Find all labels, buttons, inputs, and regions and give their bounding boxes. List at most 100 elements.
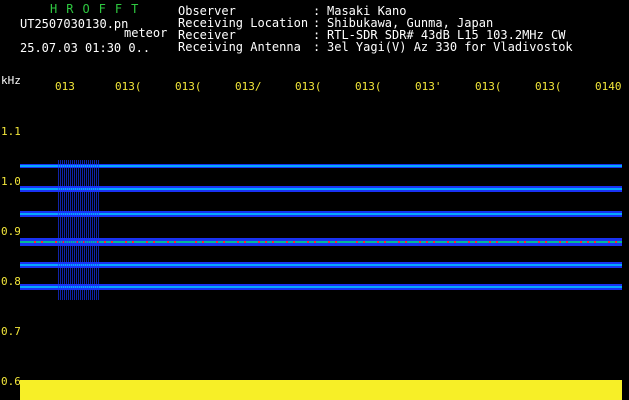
metadata-colons: : : : : xyxy=(313,5,320,53)
y-tick: 1.0 xyxy=(1,175,21,188)
y-tick: 0.6 xyxy=(1,375,21,388)
brand-title: HROFFT xyxy=(50,2,148,16)
signal-dot xyxy=(314,241,316,243)
y-tick: 0.9 xyxy=(1,225,21,238)
noise-column xyxy=(74,160,75,300)
signal-dot xyxy=(405,241,407,243)
y-axis-unit: kHz xyxy=(1,74,21,87)
signal-dot xyxy=(244,241,246,243)
signal-dot xyxy=(55,241,57,243)
noise-column xyxy=(60,160,61,300)
noise-column xyxy=(70,160,71,300)
signal-dot xyxy=(475,241,477,243)
signal-dot xyxy=(363,241,365,243)
noise-column xyxy=(78,160,79,300)
signal-dot xyxy=(132,241,134,243)
noise-column xyxy=(72,160,73,300)
signal-dot xyxy=(566,241,568,243)
noise-column xyxy=(94,160,95,300)
signal-dot xyxy=(286,241,288,243)
noise-column xyxy=(86,160,87,300)
signal-line xyxy=(20,188,622,190)
y-tick: 1.1 xyxy=(1,125,21,138)
signal-dot xyxy=(195,241,197,243)
signal-line xyxy=(20,264,622,266)
signal-dot xyxy=(293,241,295,243)
noise-column xyxy=(62,160,63,300)
timestamp-main: 25.07.03 01:30 xyxy=(20,41,122,55)
signal-dot xyxy=(419,241,421,243)
signal-dot xyxy=(111,241,113,243)
observation-kind: meteor xyxy=(124,26,168,40)
noise-column xyxy=(66,160,67,300)
spectrogram-plot xyxy=(20,92,622,400)
signal-dot xyxy=(538,241,540,243)
signal-dot xyxy=(580,241,582,243)
file-name: UT2507030130.pn xyxy=(20,17,129,31)
signal-dot xyxy=(265,241,267,243)
signal-dot xyxy=(307,241,309,243)
value-antenna: 3el Yagi(V) Az 330 for Vladivostok xyxy=(327,40,573,54)
noise-column xyxy=(76,160,77,300)
timestamp-suffix: 0.. xyxy=(128,41,151,55)
metadata-values: Masaki Kano Shibukawa, Gunma, Japan RTL-… xyxy=(327,5,573,53)
signal-dot xyxy=(426,241,428,243)
signal-dot xyxy=(615,241,617,243)
signal-dot xyxy=(237,241,239,243)
signal-dot xyxy=(398,241,400,243)
noise-column xyxy=(84,160,85,300)
signal-dot xyxy=(559,241,561,243)
signal-dot xyxy=(384,241,386,243)
signal-dot xyxy=(328,241,330,243)
timestamp: 25.07.03 01:30 0.. xyxy=(20,41,150,55)
signal-line xyxy=(20,286,622,288)
noise-column xyxy=(96,160,97,300)
signal-dot xyxy=(496,241,498,243)
y-tick: 0.8 xyxy=(1,275,21,288)
signal-dot xyxy=(146,241,148,243)
signal-dot xyxy=(153,241,155,243)
signal-dot xyxy=(167,241,169,243)
noise-column xyxy=(98,160,99,300)
signal-dot xyxy=(489,241,491,243)
signal-dot xyxy=(41,241,43,243)
signal-line xyxy=(20,213,622,215)
amplitude-band xyxy=(20,380,622,400)
signal-dot xyxy=(517,241,519,243)
noise-column xyxy=(82,160,83,300)
signal-dot xyxy=(468,241,470,243)
noise-column xyxy=(80,160,81,300)
signal-dot xyxy=(335,241,337,243)
signal-dot xyxy=(223,241,225,243)
noise-column xyxy=(90,160,91,300)
signal-dot xyxy=(587,241,589,243)
y-tick: 0.7 xyxy=(1,325,21,338)
signal-dot xyxy=(447,241,449,243)
signal-dot xyxy=(433,241,435,243)
colon: : xyxy=(313,40,321,54)
noise-column xyxy=(58,160,59,300)
signal-dot xyxy=(104,241,106,243)
signal-dot xyxy=(174,241,176,243)
label-antenna: Receiving Antenna xyxy=(178,40,301,54)
signal-dot xyxy=(125,241,127,243)
signal-dot xyxy=(377,241,379,243)
metadata-labels: Observer Receiving Location Receiver Rec… xyxy=(178,5,308,53)
signal-dot xyxy=(524,241,526,243)
noise-column xyxy=(92,160,93,300)
signal-line xyxy=(20,165,622,167)
signal-dot xyxy=(454,241,456,243)
signal-dot xyxy=(594,241,596,243)
signal-dot xyxy=(216,241,218,243)
signal-dot xyxy=(545,241,547,243)
signal-dot xyxy=(34,241,36,243)
noise-column xyxy=(88,160,89,300)
signal-dot xyxy=(202,241,204,243)
signal-dot xyxy=(258,241,260,243)
signal-dot xyxy=(272,241,274,243)
signal-line xyxy=(20,241,622,243)
noise-column xyxy=(64,160,65,300)
signal-dot xyxy=(356,241,358,243)
noise-column xyxy=(68,160,69,300)
signal-dot xyxy=(608,241,610,243)
